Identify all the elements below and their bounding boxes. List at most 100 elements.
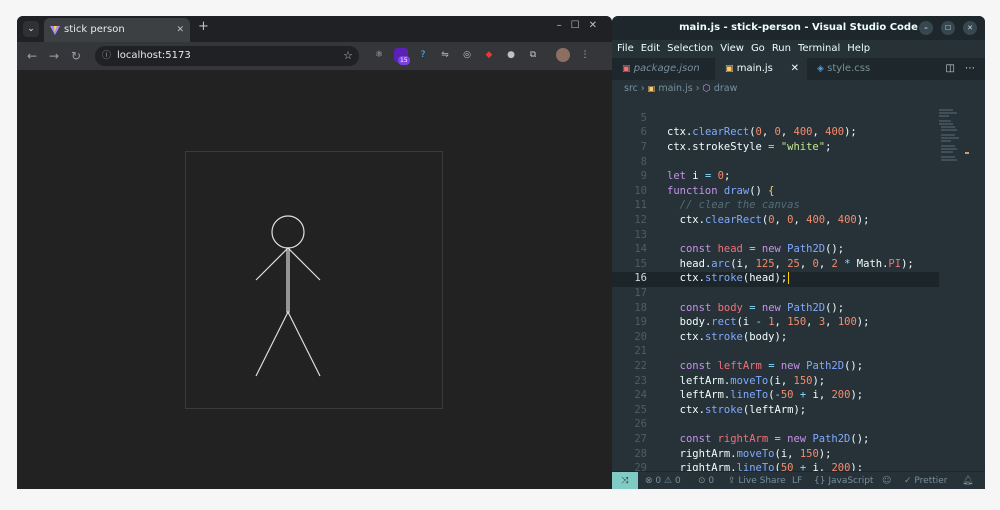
code-line-8: 8 [640,156,647,168]
tab-search-button[interactable]: ⌄ [23,21,39,37]
function-symbol-icon: ⬡ [702,83,711,94]
back-icon[interactable]: ← [21,49,43,63]
help-extension-icon[interactable]: ? [416,48,430,62]
target-extension-icon[interactable]: ◎ [460,48,474,62]
notifications-bell-icon[interactable]: 🔔︎ [962,472,973,489]
code-line-27: 27 const rightArm = new Path2D(); [634,433,870,445]
forward-icon[interactable]: → [43,49,65,63]
code-line-5: 5 [640,112,647,124]
editor-tabs: ▣ package.json ▣ main.js ✕ ◈ style.css ◫… [612,58,985,80]
extensions-bar: ⚛ 15 ? ⇋ ◎ ◆ ● ⧉ ⋮ [372,48,592,65]
code-line-6: 6 ctx.clearRect(0, 0, 400, 400); [640,126,857,138]
menu-terminal[interactable]: Terminal [798,40,840,58]
tab-main-js[interactable]: ▣ main.js ✕ [715,58,807,80]
menu-run[interactable]: Run [772,40,791,58]
stick-person-canvas[interactable] [185,151,443,409]
vscode-menubar: File Edit Selection View Go Run Terminal… [612,40,985,58]
bookmark-star-icon[interactable]: ☆ [343,46,353,66]
code-line-22: 22 const leftArm = new Path2D(); [634,360,864,372]
ports-status[interactable]: ⊙ 0 [698,472,714,489]
code-line-19: 19 body.rect(i - 1, 150, 3, 100); [634,316,870,328]
close-tab-icon[interactable]: ✕ [176,18,184,42]
menu-edit[interactable]: Edit [641,40,660,58]
vscode-title-bar: main.js - stick-person - Visual Studio C… [612,16,985,40]
code-line-13: 13 [634,229,647,241]
breadcrumb-file[interactable]: main.js [658,83,692,94]
breadcrumb: src › ▣ main.js › ⬡ draw [624,83,738,94]
left-leg [255,311,289,377]
breadcrumb-symbol[interactable]: draw [714,83,738,94]
code-line-10: 10 function draw() { [634,185,775,197]
menu-selection[interactable]: Selection [667,40,713,58]
eol-status[interactable]: LF [792,472,802,489]
minimap[interactable] [939,108,969,218]
site-info-icon[interactable]: ⓘ [102,46,111,66]
problems-status[interactable]: ⊗ 0 ⚠ 0 [645,472,681,489]
breadcrumb-folder[interactable]: src [624,83,638,94]
puzzle-extensions-icon[interactable]: ⧉ [526,48,540,62]
right-arm [287,247,321,281]
browser-toolbar: ← → ↻ ⓘ localhost:5173 ☆ ⚛ 15 ? ⇋ ◎ ◆ ● … [17,42,612,70]
address-bar[interactable]: ⓘ localhost:5173 ☆ [95,46,359,66]
maximize-icon[interactable]: ☐ [941,21,955,35]
code-line-12: 12 ctx.clearRect(0, 0, 400, 400); [634,214,870,226]
vite-favicon-icon [50,26,60,35]
menu-view[interactable]: View [720,40,744,58]
code-line-17: 17 [634,287,647,299]
profile-avatar[interactable] [556,48,570,62]
ublock-icon[interactable]: ◆ [482,48,496,62]
menu-file[interactable]: File [617,40,634,58]
code-line-9: 9 let i = 0; [640,170,731,182]
code-line-29: 29 rightArm.lineTo(50 + i, 200); [634,462,864,471]
code-line-15: 15 head.arc(i, 125, 25, 0, 2 * Math.PI); [634,258,914,270]
page-viewport [17,70,612,489]
chrome-menu-icon[interactable]: ⋮ [578,48,592,62]
code-line-16: 16 ctx.stroke(head); [612,272,939,287]
stick-person-drawing [255,215,321,377]
left-arm [255,247,289,281]
tab-package-json[interactable]: ▣ package.json [612,58,715,80]
status-bar: ⤨ ⊗ 0 ⚠ 0 ⊙ 0 ⇪ Live Share LF {} JavaScr… [612,471,985,489]
new-tab-button[interactable]: + [198,19,209,34]
prettier-status[interactable]: ✓ Prettier [904,472,948,489]
code-line-28: 28 rightArm.moveTo(i, 150); [634,448,832,460]
code-line-20: 20 ctx.stroke(body); [634,331,788,343]
menu-help[interactable]: Help [847,40,870,58]
minimize-icon[interactable]: – [919,21,933,35]
react-devtools-icon[interactable]: ⚛ [372,48,386,62]
body-rect [286,247,290,313]
browser-window-controls[interactable]: –☐✕ [557,20,606,31]
code-line-14: 14 const head = new Path2D(); [634,243,845,255]
split-editor-icon[interactable]: ◫ [946,58,955,80]
right-leg [287,311,321,377]
link-extension-icon[interactable]: ⇋ [438,48,452,62]
menu-go[interactable]: Go [751,40,765,58]
live-share-button[interactable]: ⇪ Live Share [728,472,786,489]
head-circle [271,215,305,249]
extension-badge: 15 [398,56,410,65]
vscode-window-title: main.js - stick-person - Visual Studio C… [679,22,918,33]
browser-tab-title: stick person [64,24,125,35]
language-mode[interactable]: {} JavaScript [814,472,873,489]
code-line-25: 25 ctx.stroke(leftArm); [634,404,807,416]
extension-icon[interactable]: 15 [394,48,410,65]
code-line-21: 21 [634,345,647,357]
js-icon: ▣ [725,64,734,74]
browser-tab[interactable]: stick person ✕ [44,18,190,42]
code-line-18: 18 const body = new Path2D(); [634,302,845,314]
url-text: localhost:5173 [117,50,191,61]
close-window-icon[interactable]: ✕ [963,21,977,35]
code-editor[interactable]: 4const ctx = canvas.getContext("2d"); 5 … [612,108,985,471]
close-tab-main-js-icon[interactable]: ✕ [791,58,799,80]
code-line-7: 7 ctx.strokeStyle = "white"; [640,141,832,153]
reload-icon[interactable]: ↻ [65,49,87,63]
more-actions-icon[interactable]: ⋯ [965,58,975,80]
remote-indicator-icon[interactable]: ⤨ [612,472,638,489]
copilot-icon[interactable]: ☺ [882,472,891,489]
chat-extension-icon[interactable]: ● [504,48,518,62]
json-icon: ▣ [622,64,631,74]
tab-style-css[interactable]: ◈ style.css [807,58,902,80]
text-cursor [788,272,790,284]
code-line-23: 23 leftArm.moveTo(i, 150); [634,375,826,387]
vscode-window: main.js - stick-person - Visual Studio C… [612,16,985,489]
